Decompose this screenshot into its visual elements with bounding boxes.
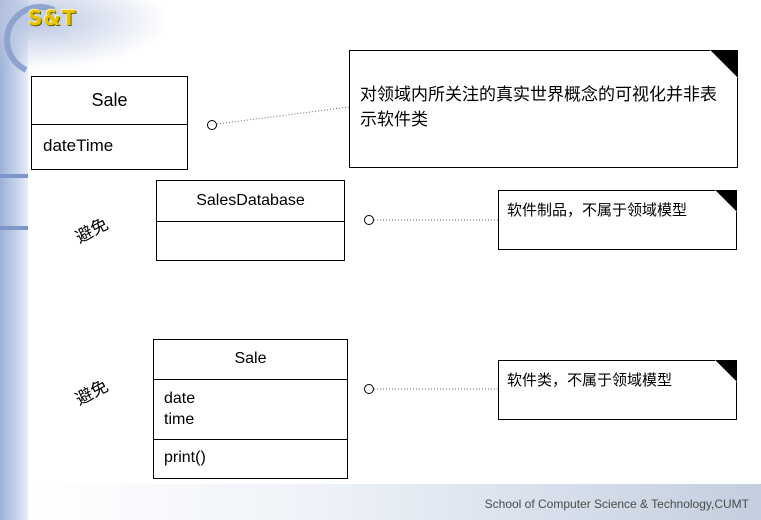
note-box-3: 软件类，不属于领域模型 (498, 360, 737, 420)
class-name: SalesDatabase (157, 181, 344, 222)
class-attribute: date (164, 390, 196, 407)
anchor-circle-2 (364, 215, 374, 225)
class-attributes: date time (154, 380, 347, 440)
note-fold-icon (715, 360, 737, 382)
note-text: 软件制品，不属于领域模型 (507, 201, 688, 219)
class-attribute: time (164, 411, 195, 428)
note-box-1: 对领域内所关注的真实世界概念的可视化并非表示软件类 (349, 50, 738, 168)
note-fold-icon (710, 50, 738, 78)
note-text: 软件类，不属于领域模型 (507, 371, 673, 389)
class-name: Sale (154, 340, 347, 380)
class-box-sale-software: Sale date time print() (153, 339, 348, 479)
class-attribute: dateTime (43, 136, 114, 155)
class-empty-section (157, 222, 344, 260)
class-box-salesdatabase: SalesDatabase (156, 180, 345, 261)
note-box-2: 软件制品，不属于领域模型 (498, 190, 737, 250)
anchor-circle-3 (364, 384, 374, 394)
note-fold-icon (715, 190, 737, 212)
class-box-sale: Sale dateTime (31, 76, 188, 170)
footer-text: School of Computer Science & Technology,… (484, 497, 749, 511)
connector-1 (216, 106, 350, 125)
anchor-circle-1 (207, 120, 217, 130)
class-name: Sale (32, 77, 187, 125)
note-text: 对领域内所关注的真实世界概念的可视化并非表示软件类 (360, 85, 717, 130)
class-operation: print() (164, 449, 206, 466)
